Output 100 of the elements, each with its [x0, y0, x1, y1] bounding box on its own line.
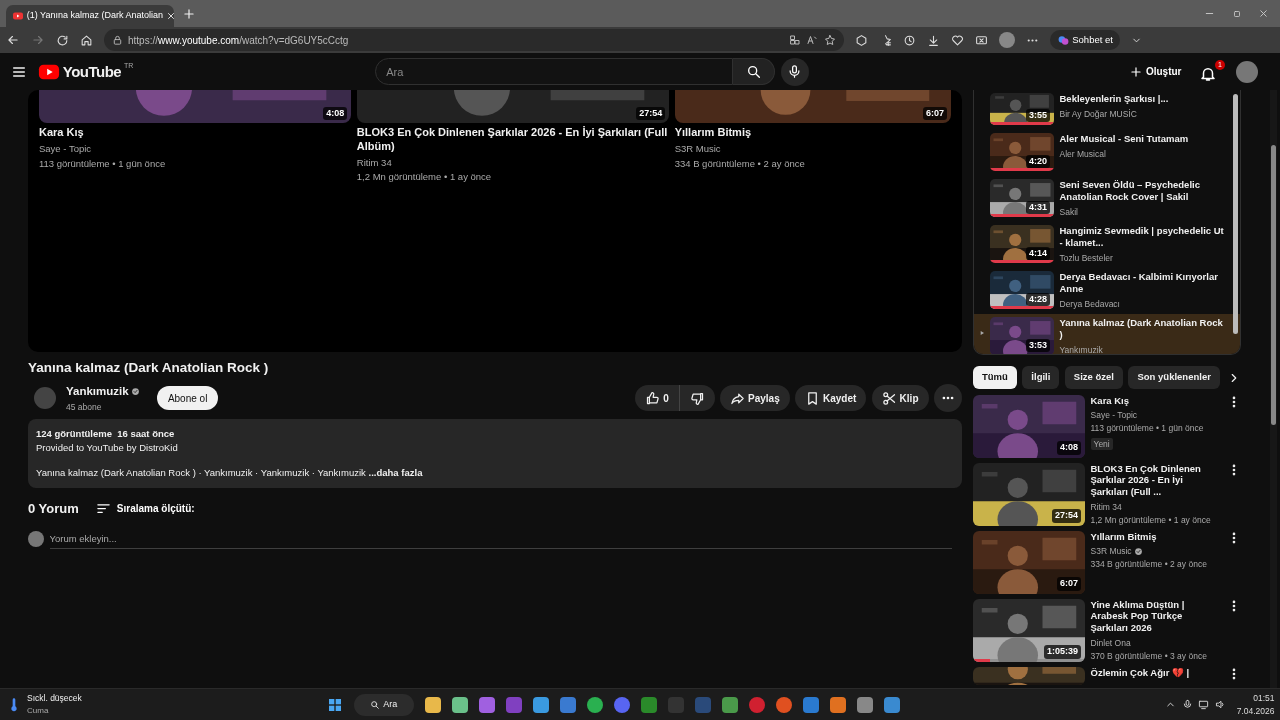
playlist-item[interactable]: 4:28 Derya Bedavacı - Kalbimi Kırıyorlar Anne Derya Bedavacı — [974, 268, 1240, 314]
video-meta: 1,2 Mn görüntüleme • 1 ay önce — [1090, 513, 1212, 527]
app-icon[interactable] — [829, 696, 846, 713]
clip-button[interactable]: Klip — [871, 385, 929, 412]
url-text: https://www.youtube.com/watch?v=dG6UY5cCctg — [128, 33, 349, 48]
copilot-button[interactable]: Sohbet et — [1049, 29, 1120, 51]
extension-icon[interactable] — [854, 33, 868, 47]
app-icon[interactable] — [721, 696, 738, 713]
video-meta: 334 B görüntüleme • 2 ay önce — [1090, 557, 1208, 571]
filter-chip[interactable]: Size özel — [1064, 366, 1123, 389]
comment-count: 0 Yorum — [28, 500, 79, 519]
description-panel[interactable]: 124 görüntüleme 16 saat önce Provided to YouTube by DistroKid Yanına kalmaz (Dark Anatolian Rock ) · Yankımuzik · Yankımuzik · Yankımuzik ...daha fazla — [28, 418, 962, 489]
video-title[interactable]: Yıllarım Bitmiş — [674, 125, 951, 140]
close-icon[interactable] — [1258, 8, 1269, 19]
reload-icon[interactable] — [55, 33, 69, 47]
channel-name[interactable]: S3R Music — [674, 142, 951, 157]
speaker-icon[interactable] — [1214, 699, 1226, 710]
weather-text[interactable]: Sıckl. düşecek — [27, 692, 82, 705]
search-icon — [370, 699, 381, 710]
channel-name[interactable]: Saye - Topic — [39, 142, 352, 157]
video-title: Yine Aklıma Düştün | Arabesk Pop Türkçe Şarkıları 2026 — [1090, 598, 1186, 635]
app-icon[interactable] — [451, 696, 468, 713]
app-icon[interactable] — [856, 696, 873, 713]
filter-chip[interactable]: Tümü — [973, 366, 1017, 389]
close-icon[interactable] — [165, 11, 174, 21]
taskbar-search[interactable]: Ara — [353, 693, 414, 716]
new-badge: Yeni — [1090, 437, 1113, 451]
video-item[interactable]: 6:07 Yıllarım Bitmiş S3R Music 334 B görüntüleme • 2 ay önce — [973, 530, 1241, 599]
back-icon[interactable] — [5, 33, 20, 47]
forward-icon[interactable] — [30, 33, 45, 47]
playlist-item[interactable]: 4:14 Hangimiz Sevmedik | psychedelic Ut - klamet... Tozlu Besteler — [974, 222, 1240, 268]
share-button[interactable]: Paylaş — [720, 385, 790, 412]
app-icon[interactable] — [424, 696, 441, 713]
avatar-icon[interactable] — [1236, 60, 1258, 83]
create-button[interactable]: Oluştur — [1122, 60, 1188, 83]
channel-name: Yankımuzik — [1059, 343, 1104, 354]
video-title: Derya Bedavacı - Kalbimi Kırıyorlar Anne — [1059, 271, 1219, 295]
app-icon[interactable] — [802, 696, 819, 713]
channel-name[interactable]: Yankımuzik — [66, 383, 129, 401]
duration-label: 27:54 — [1051, 509, 1081, 523]
video-title: Seni Seven Öldü – Psychedelic Anatolian Rock Cover | Sakil — [1059, 179, 1201, 203]
microphone-button[interactable] — [780, 57, 809, 86]
video-item[interactable]: 27:54 BLOK3 En Çok Dinlenen Şarkılar 2026 - En İyi Şarkıları (Full ... Ritim 34 1,2 Mn görüntüleme • 1 ay önce — [973, 462, 1241, 531]
video-title: Aler Musical - Seni Tutamam — [1059, 133, 1189, 145]
app-icon[interactable] — [586, 696, 603, 713]
browser-tab[interactable]: (1) Yanına kalmaz (Dark Anatolian — [6, 5, 174, 27]
video-item[interactable]: 1:05:39 Yine Aklıma Düştün | Arabesk Pop Türkçe Şarkıları 2026 Dinlet Ona 370 B görüntüleme • 3 ay önce — [973, 598, 1241, 667]
play-indicator-icon — [978, 329, 986, 337]
network-icon[interactable] — [1198, 699, 1210, 710]
video-title[interactable]: Kara Kış — [39, 125, 352, 140]
video-title[interactable]: BLOK3 En Çok Dinlenen Şarkılar 2026 - En İyi Şarkıları (Full Albüm) — [356, 125, 670, 154]
filter-chip[interactable]: Son yüklenenler — [1128, 366, 1220, 389]
video-meta: 1,2 Mn görüntüleme • 1 ay önce — [356, 170, 493, 185]
playlist-item[interactable]: 4:31 Seni Seven Öldü – Psychedelic Anatolian Rock Cover | Sakil Sakil — [974, 176, 1240, 222]
search-field[interactable]: Ara — [375, 58, 734, 85]
app-icon[interactable] — [559, 696, 576, 713]
thumbs-up-icon — [645, 390, 661, 406]
download-icon[interactable] — [926, 33, 940, 47]
save-button[interactable]: Kaydet — [795, 385, 867, 412]
address-bar[interactable]: https://www.youtube.com/watch?v=dG6UY5cCctg — [103, 29, 844, 51]
playlist-item[interactable]: 3:53 Yanına kalmaz (Dark Anatolian Rock ) Yankımuzik — [974, 314, 1240, 354]
app-icon[interactable] — [775, 696, 792, 713]
home-icon[interactable] — [79, 33, 93, 47]
scrollbar[interactable] — [1270, 90, 1277, 688]
channel-name: Aler Musical — [1059, 147, 1107, 161]
copilot-icon — [1056, 33, 1070, 47]
scissors-icon — [881, 390, 897, 406]
channel-name[interactable]: Ritim 34 — [356, 156, 670, 171]
channel-name: Sakil — [1059, 205, 1079, 219]
subscribe-button[interactable]: Abone ol — [156, 386, 219, 411]
windows-icon[interactable] — [326, 696, 343, 713]
app-icon[interactable] — [883, 696, 900, 713]
star-icon[interactable] — [823, 34, 836, 46]
read-aloud-icon[interactable] — [806, 34, 818, 46]
history-icon[interactable] — [902, 33, 916, 47]
app-icon[interactable] — [478, 696, 495, 713]
scrollbar[interactable] — [1233, 94, 1238, 334]
plus-icon[interactable] — [182, 7, 196, 21]
sort-button[interactable]: Sıralama ölçütü: — [95, 500, 196, 518]
video-title: Yanına kalmaz (Dark Anatolian Rock ) — [28, 358, 270, 377]
playlist-item[interactable]: 3:55 Bekleyenlerin Şarkısı |... Bir Ay Doğar MUSİC — [974, 90, 1240, 130]
app-icon[interactable] — [532, 696, 549, 713]
video-meta: 370 B görüntüleme • 3 ay önce — [1090, 649, 1208, 663]
heart-icon[interactable] — [950, 33, 964, 47]
avatar-icon[interactable] — [998, 32, 1015, 48]
channel-name: Dinlet Ona — [1090, 636, 1131, 650]
time-text: 01:51 — [1252, 691, 1275, 705]
clock[interactable]: 01:51 7.04.2026 — [1236, 691, 1275, 718]
restore-icon[interactable] — [1231, 8, 1242, 19]
video-title: Yanına kalmaz (Dark Anatolian Rock ) — [1059, 317, 1224, 341]
channel-name: Ritim 34 — [1090, 500, 1122, 514]
microphone-icon[interactable] — [1181, 699, 1193, 710]
apps-icon[interactable] — [788, 34, 801, 46]
playlist-item[interactable]: 4:20 Aler Musical - Seni Tutamam Aler Musical — [974, 130, 1240, 176]
filter-chip[interactable]: İlgili — [1022, 366, 1060, 389]
show-more-link[interactable]: ...daha fazla — [368, 467, 423, 479]
search-button[interactable] — [733, 58, 776, 85]
video-item[interactable]: 4:08 Kara Kış Saye - Topic 113 görüntüleme • 1 gün önce Yeni — [973, 394, 1241, 463]
comment-field[interactable]: Yorum ekleyin... — [49, 529, 952, 549]
app-icon[interactable] — [640, 696, 657, 713]
